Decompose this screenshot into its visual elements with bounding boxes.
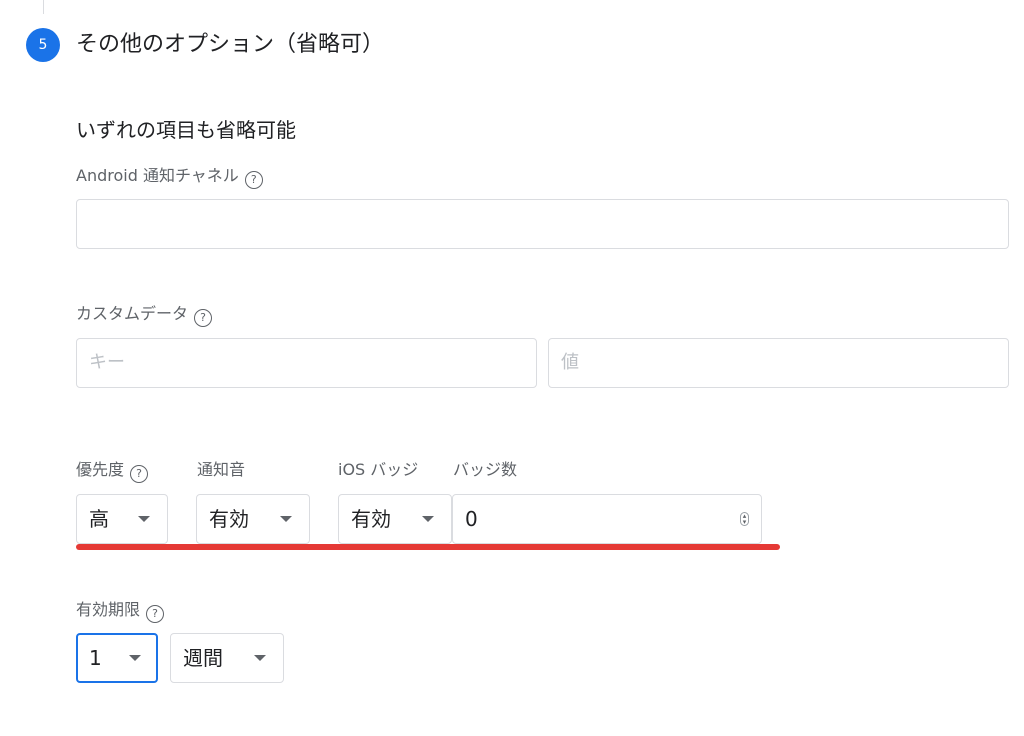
expiration-unit-select[interactable]: 週間 <box>170 633 284 683</box>
sound-value: 有効 <box>209 507 249 531</box>
step-number-badge: 5 <box>26 28 60 62</box>
sound-label: 通知音 <box>197 460 246 479</box>
help-icon[interactable]: ? <box>146 605 165 623</box>
ios-badge-select[interactable]: 有効 <box>338 494 452 544</box>
android-channel-input[interactable] <box>76 199 1009 249</box>
chevron-down-icon <box>129 655 141 661</box>
help-icon[interactable]: ? <box>244 171 263 189</box>
section-title: いずれの項目も省略可能 <box>76 118 296 142</box>
expiration-amount-value: 1 <box>89 646 102 670</box>
key-placeholder: キー <box>89 352 125 373</box>
badge-count-label: バッジ数 <box>453 460 518 479</box>
ios-badge-value: 有効 <box>351 507 391 531</box>
help-icon[interactable]: ? <box>194 309 213 327</box>
help-icon[interactable]: ? <box>130 465 149 483</box>
expiration-amount-select[interactable]: 1 <box>76 633 158 683</box>
priority-value: 高 <box>89 507 109 531</box>
badge-count-input[interactable]: 0 ▴ ▾ <box>452 494 762 544</box>
custom-data-value-input[interactable]: 値 <box>548 338 1009 388</box>
android-channel-label: Android 通知チャネル? <box>76 165 263 189</box>
expiration-unit-value: 週間 <box>183 646 223 670</box>
chevron-down-icon <box>280 516 292 522</box>
number-spinner-icon[interactable]: ▴ ▾ <box>740 512 749 526</box>
annotation-underline <box>76 544 780 550</box>
custom-data-key-input[interactable]: キー <box>76 338 537 388</box>
android-channel-label-text: Android 通知チャネル <box>76 166 239 185</box>
expiration-label-text: 有効期限 <box>76 600 141 619</box>
custom-data-label-text: カスタムデータ <box>76 304 189 323</box>
ios-badge-label: iOS バッジ <box>338 460 419 479</box>
chevron-down-icon <box>422 516 434 522</box>
stepper-connector-line <box>43 0 44 14</box>
chevron-down-icon <box>138 516 150 522</box>
badge-count-value: 0 <box>465 507 478 531</box>
step-title: その他のオプション（省略可） <box>76 32 385 57</box>
priority-label: 優先度? <box>76 459 149 483</box>
priority-label-text: 優先度 <box>76 460 125 479</box>
expiration-label: 有効期限? <box>76 599 165 623</box>
custom-data-label: カスタムデータ? <box>76 303 213 327</box>
chevron-down-icon <box>254 655 266 661</box>
value-placeholder: 値 <box>561 352 579 373</box>
priority-select[interactable]: 高 <box>76 494 168 544</box>
sound-select[interactable]: 有効 <box>196 494 310 544</box>
